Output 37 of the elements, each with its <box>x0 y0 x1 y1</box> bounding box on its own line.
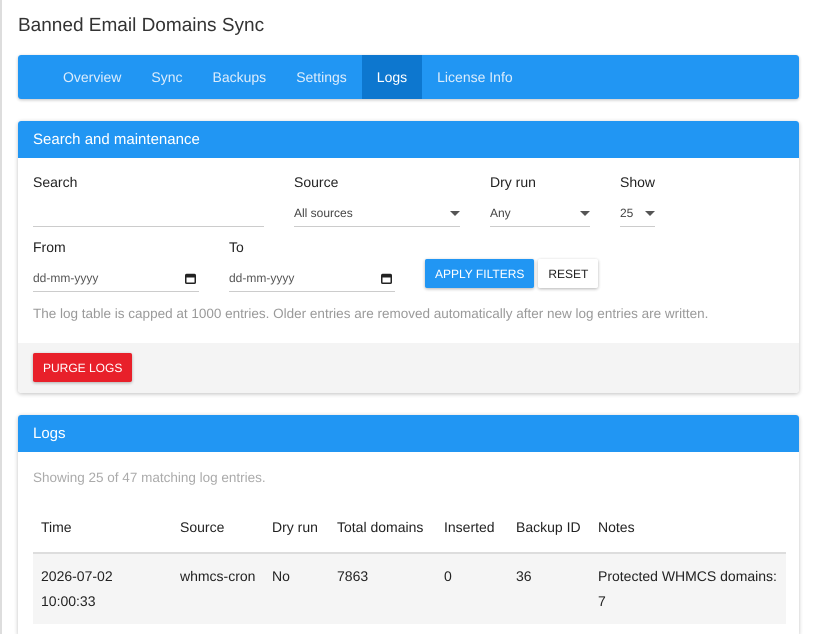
table-cell: 2026-07-02 10:00:33 <box>33 553 172 624</box>
nav-tab[interactable]: Sync <box>136 55 198 99</box>
table-cell: No <box>264 553 329 624</box>
reset-button[interactable]: RESET <box>538 259 598 288</box>
nav-tab[interactable]: Settings <box>281 55 362 99</box>
source-select[interactable]: All sources <box>294 200 460 227</box>
purge-logs-button[interactable]: PURGE LOGS <box>33 353 132 382</box>
table-cell: whmcs-cron <box>172 553 264 624</box>
nav-tab[interactable]: Backups <box>197 55 282 99</box>
table-cell: 0 <box>436 553 508 624</box>
field-label: Search <box>33 174 78 190</box>
date-field[interactable]: dd-mm-yyyy <box>229 265 395 292</box>
field-label: Show <box>620 174 655 190</box>
show-select[interactable]: 25 <box>620 200 655 227</box>
table-cell: 7863 <box>329 553 436 624</box>
info-note: The log table is capped at 1000 entries. Older entries are removed automatically after new log entries are written. <box>33 306 710 321</box>
nav-tab[interactable]: Logs <box>362 55 422 99</box>
table-cell: Protected WHMCS domains: 7 <box>590 553 786 624</box>
summary-text: Showing 25 of 47 matching log entries. <box>33 470 267 485</box>
card-title: Logs <box>33 425 66 442</box>
apply-filters-button[interactable]: APPLY FILTERS <box>425 259 534 288</box>
field-label: To <box>229 239 245 255</box>
calendar-icon <box>381 272 392 284</box>
calendar-icon <box>185 272 196 284</box>
dry-run-select[interactable]: Any <box>490 200 590 227</box>
page-title: Banned Email Domains Sync <box>18 14 266 38</box>
nav-tab[interactable]: License Info <box>422 55 528 99</box>
table-cell: 36 <box>508 553 590 624</box>
field-label: Source <box>294 174 340 190</box>
nav-tab[interactable]: Overview <box>48 55 136 99</box>
caret-icon <box>580 210 590 216</box>
caret-icon <box>645 210 655 216</box>
field-label: From <box>33 239 67 255</box>
caret-icon <box>450 210 460 216</box>
date-field[interactable]: dd-mm-yyyy <box>33 265 199 292</box>
card-title: Search and maintenance <box>33 131 200 148</box>
field-label: Dry run <box>490 174 537 190</box>
